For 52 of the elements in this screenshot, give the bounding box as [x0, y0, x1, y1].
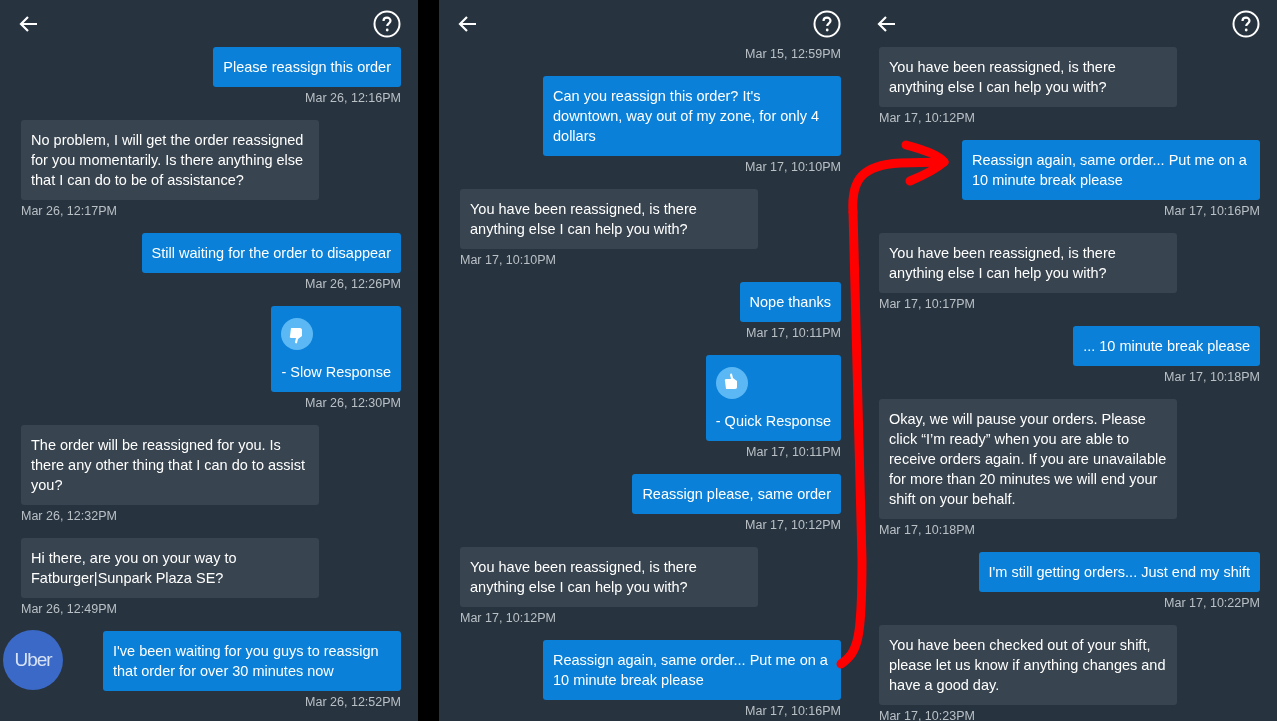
- thumbs-down-icon: [281, 318, 314, 350]
- message-bubble: Okay, we will pause your orders. Please click “I’m ready” when you are able to receive orders again. If you are unavailable for more than 20 minutes we will end your shift on your behalf.: [879, 399, 1177, 519]
- timestamp: Mar 17, 10:18PM: [1164, 370, 1260, 385]
- timestamp: Mar 26, 12:26PM: [305, 277, 401, 292]
- timestamp: Mar 17, 10:22PM: [1164, 596, 1260, 611]
- message-bubble: Reassign please, same order: [632, 474, 841, 514]
- message-bubble: Can you reassign this order? It's downtown, way out of my zone, for only 4 dollars: [543, 76, 841, 156]
- feedback-label: - Slow Response: [281, 363, 391, 382]
- timestamp: Mar 26, 12:52PM: [305, 695, 401, 710]
- message-bubble: You have been reassigned, is there anything else I can help you with?: [460, 547, 758, 607]
- message-bubble: I've been waiting for you guys to reassign that order for over 30 minutes now: [103, 631, 401, 691]
- help-icon[interactable]: [813, 10, 841, 38]
- message-bubble: Reassign again, same order... Put me on a 10 minute break please: [962, 140, 1260, 200]
- message-bubble: Please reassign this order: [213, 47, 401, 87]
- back-icon[interactable]: [458, 14, 478, 34]
- timestamp: Mar 17, 10:11PM: [746, 326, 841, 341]
- back-icon[interactable]: [877, 14, 897, 34]
- timestamp: Mar 17, 10:12PM: [745, 518, 841, 533]
- message-bubble: ... 10 minute break please: [1073, 326, 1260, 366]
- timestamp: Mar 26, 12:17PM: [21, 204, 117, 219]
- timestamp: Mar 17, 10:23PM: [879, 709, 975, 721]
- message-bubble: Hi there, are you on your way to Fatburger|Sunpark Plaza SE?: [21, 538, 319, 598]
- timestamp: Mar 17, 10:10PM: [745, 160, 841, 175]
- timestamp: Mar 26, 12:30PM: [305, 396, 401, 411]
- thumbs-up-icon: [715, 367, 748, 399]
- timestamp: Mar 15, 12:59PM: [745, 47, 841, 62]
- message-bubble: Nope thanks: [739, 282, 841, 322]
- timestamp: Mar 26, 12:16PM: [305, 91, 401, 106]
- help-icon[interactable]: [373, 10, 401, 38]
- message-bubble: You have been reassigned, is there anything else I can help you with?: [879, 233, 1177, 293]
- message-bubble: Still waiting for the order to disappear: [141, 233, 401, 273]
- message-bubble: No problem, I will get the order reassigned for you momentarily. Is there anything else that I can do to be of assistance?: [21, 120, 319, 200]
- timestamp: Mar 17, 10:18PM: [879, 523, 975, 538]
- timestamp: Mar 26, 12:32PM: [21, 509, 117, 524]
- timestamp: Mar 17, 10:11PM: [746, 445, 841, 460]
- timestamp: Mar 17, 10:16PM: [745, 704, 841, 719]
- timestamp: Mar 17, 10:17PM: [879, 297, 975, 312]
- message-bubble: You have been reassigned, is there anything else I can help you with?: [460, 189, 758, 249]
- timestamp: Mar 17, 10:12PM: [460, 611, 556, 626]
- timestamp: Mar 17, 10:10PM: [460, 253, 556, 268]
- timestamp: Mar 17, 10:12PM: [879, 111, 975, 126]
- message-bubble: Reassign again, same order... Put me on a 10 minute break please: [543, 640, 841, 700]
- back-icon[interactable]: [19, 14, 39, 34]
- message-bubble: The order will be reassigned for you. Is there any other thing that I can do to assist you?: [21, 425, 319, 505]
- floating-badge[interactable]: Uber: [3, 630, 63, 690]
- timestamp: Mar 26, 12:49PM: [21, 602, 117, 617]
- timestamp: Mar 17, 10:16PM: [1164, 204, 1260, 219]
- message-bubble: You have been checked out of your shift, please let us know if anything changes and have a good day.: [879, 625, 1177, 705]
- message-bubble: I'm still getting orders... Just end my shift: [978, 552, 1260, 592]
- message-bubble: You have been reassigned, is there anything else I can help you with?: [879, 47, 1177, 107]
- feedback-label: - Quick Response: [715, 412, 831, 431]
- help-icon[interactable]: [1232, 10, 1260, 38]
